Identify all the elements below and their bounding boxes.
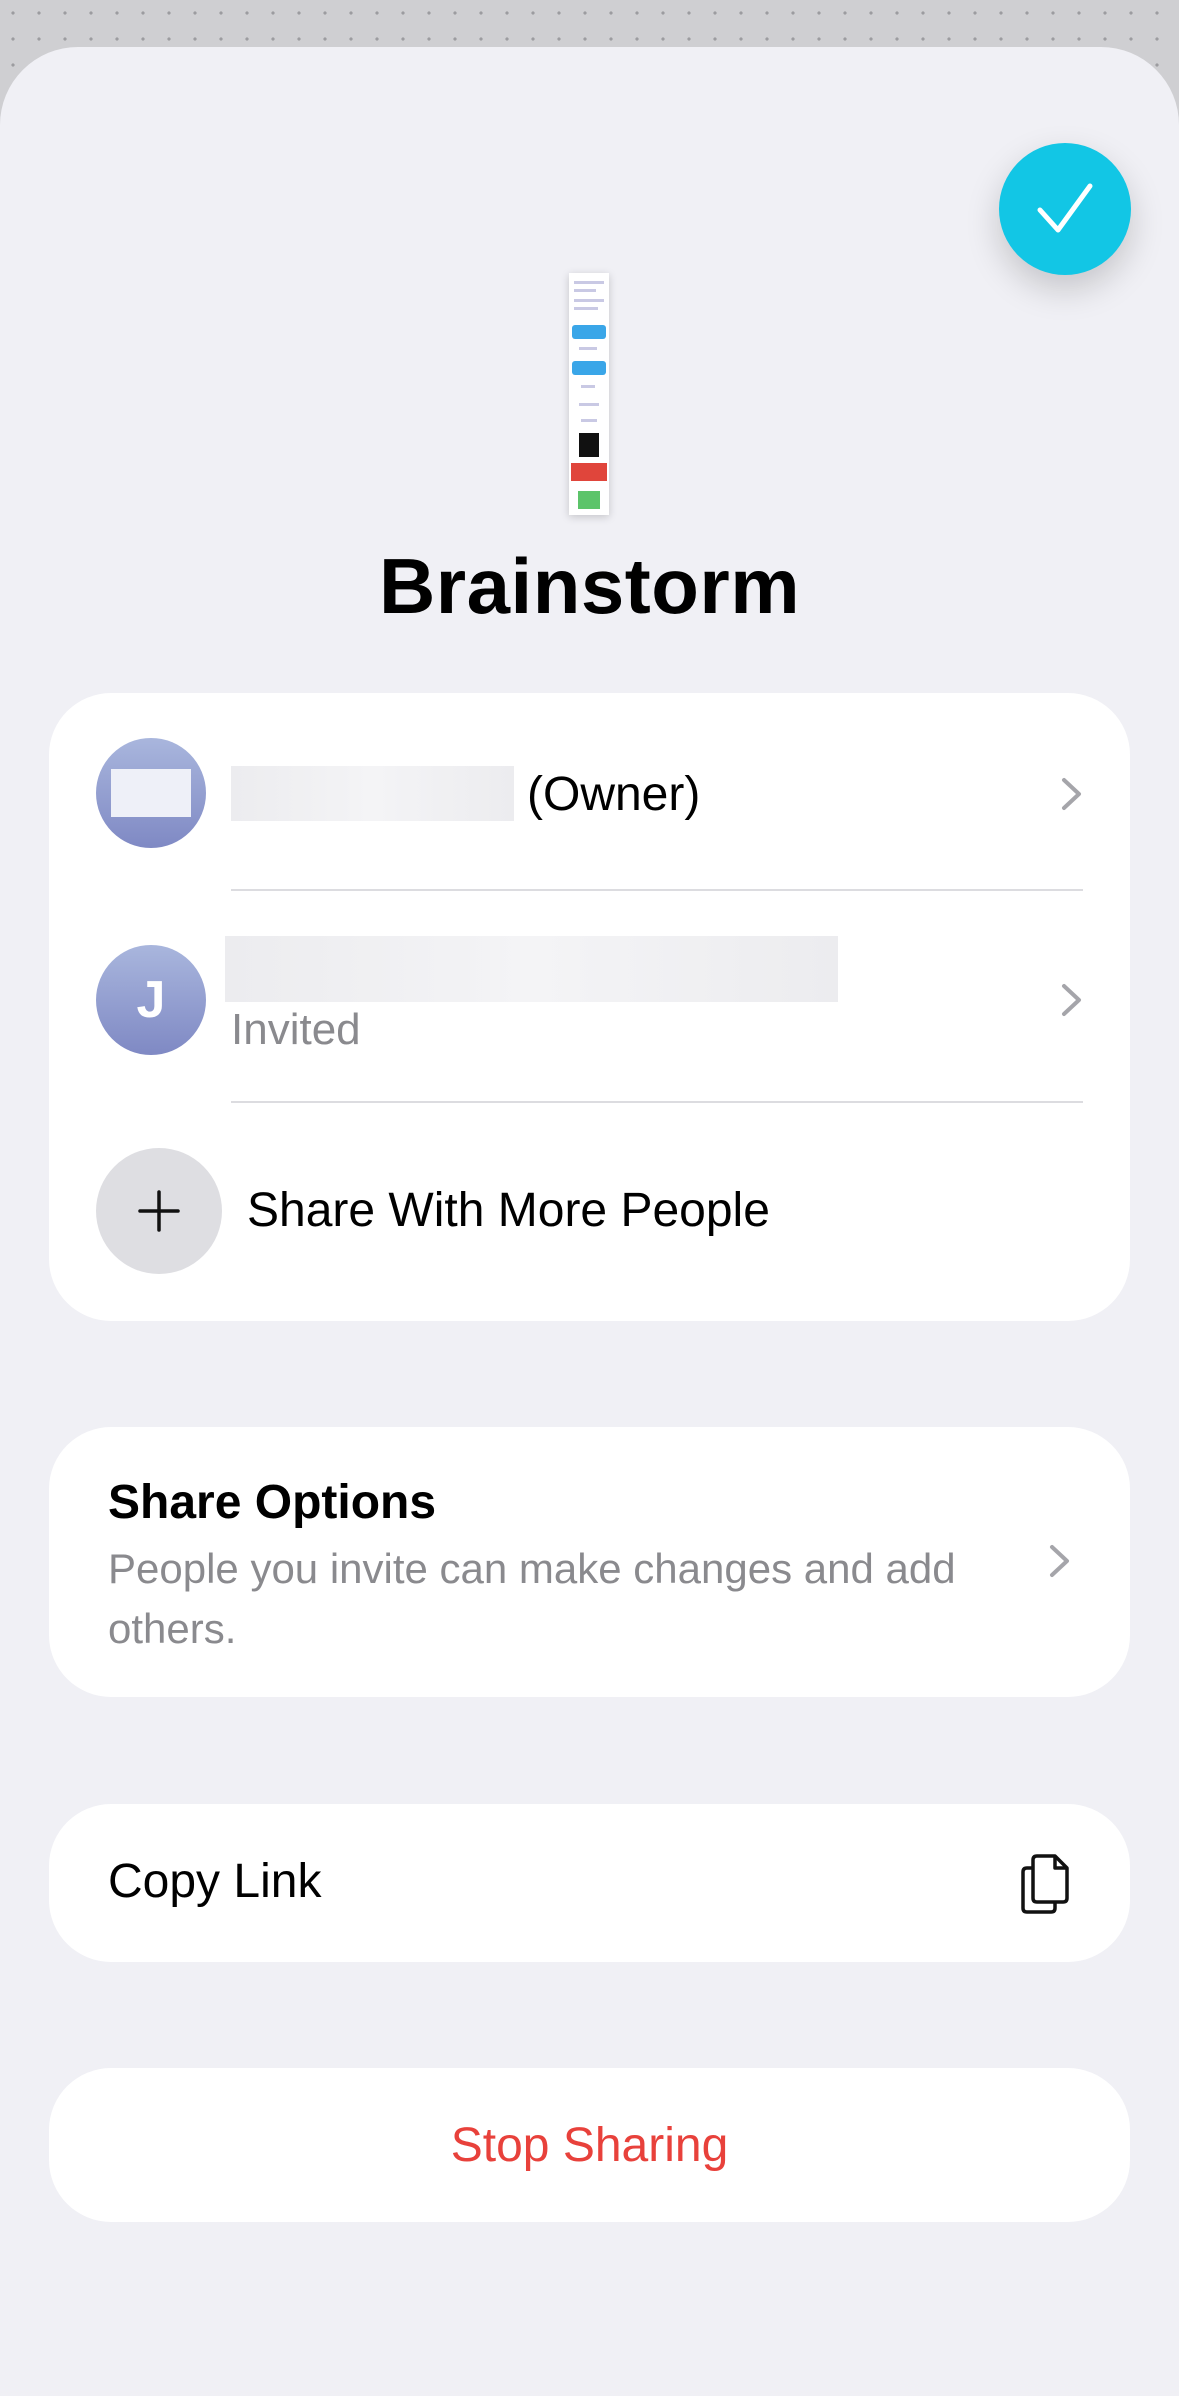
document-thumbnail [569,273,609,515]
chevron-right-icon [1050,1545,1069,1577]
checkmark-icon [1037,183,1093,233]
document-title: Brainstorm [378,542,801,630]
invitation-status: Invited [231,1005,361,1054]
participant-row-invited[interactable]: J Invited [49,891,1130,1101]
share-options-button[interactable]: Share Options People you invite can make… [49,1427,1130,1697]
chevron-right-icon [1062,778,1081,810]
share-options-title: Share Options [108,1476,437,1529]
owner-name-redacted [231,766,514,821]
participants-card: (Owner) J Invited Share With More People [49,693,1130,1321]
stop-sharing-button[interactable]: Stop Sharing [49,2068,1130,2222]
plus-icon [138,1190,180,1232]
avatar: J [96,945,206,1055]
share-with-more-people-button[interactable]: Share With More People [49,1103,1130,1321]
share-options-description: People you invite can make changes and a… [108,1545,956,1652]
done-button[interactable] [999,143,1131,275]
invitee-name-redacted [225,936,838,1002]
participant-row-owner[interactable]: (Owner) [49,693,1130,899]
chevron-right-icon [1062,984,1081,1016]
add-person-circle [96,1148,222,1274]
avatar [96,738,206,848]
stop-sharing-label: Stop Sharing [450,2118,729,2172]
copy-link-button[interactable]: Copy Link [49,1804,1130,1962]
share-sheet: Brainstorm (Owner) J Invited Share With … [0,47,1179,2396]
owner-role-label: (Owner) [527,768,701,821]
copy-link-icon [1021,1854,1069,1914]
share-with-more-people-label: Share With More People [247,1184,770,1237]
copy-link-label: Copy Link [108,1855,322,1908]
